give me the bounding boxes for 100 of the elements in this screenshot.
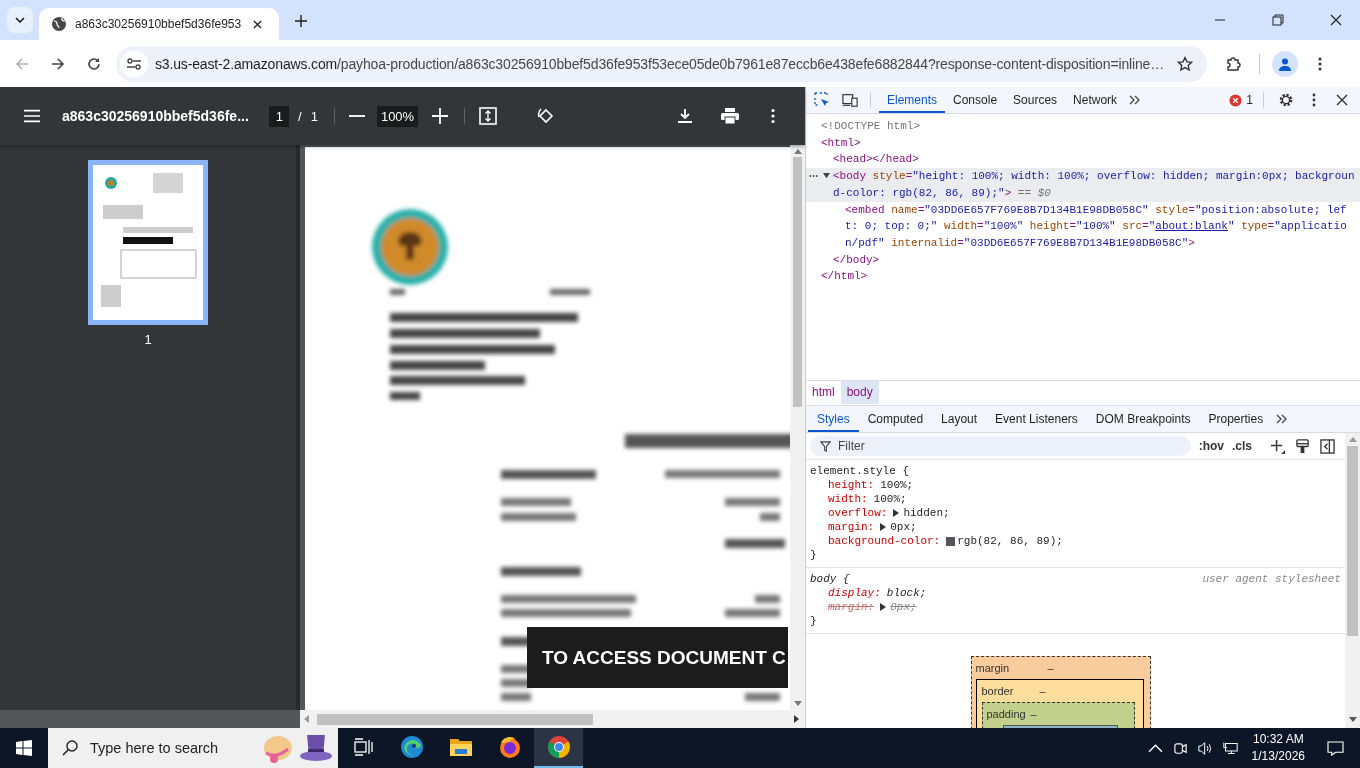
- box-model-value: –: [1030, 708, 1037, 720]
- tab-title: a863c30256910bbef5d36fe953: [75, 17, 242, 31]
- zoom-in-icon[interactable]: [432, 108, 449, 124]
- css-value[interactable]: hidden;: [903, 506, 950, 520]
- url-text: s3.us-east-2.amazonaws.com/payhoa-production/a863c30256910bbef5d36fe953f53ece05de0b7961e87eccb6e438efe6882844?response-content-disposition=inline…: [155, 55, 1165, 72]
- css-property[interactable]: height:: [828, 478, 875, 492]
- clock[interactable]: 10:32 AM 1/13/2026: [1251, 731, 1305, 765]
- page-number-field[interactable]: 1: [268, 105, 290, 127]
- expand-arrow-icon[interactable]: [893, 509, 900, 517]
- fit-page-icon[interactable]: [479, 107, 498, 125]
- bookmark-star-icon[interactable]: [1177, 55, 1193, 72]
- menu-icon[interactable]: [24, 108, 40, 124]
- page-separator: /: [298, 108, 302, 124]
- horizontal-scrollbar[interactable]: [300, 710, 805, 728]
- address-bar[interactable]: s3.us-east-2.amazonaws.com/payhoa-production/a863c30256910bbef5d36fe953f53ece05de0b7961e87eccb6e438efe6882844?response-content-disposition=inline…: [116, 45, 1207, 82]
- styles-pane-tab[interactable]: Styles: [808, 406, 859, 432]
- css-value[interactable]: rgb(82, 86, 89);: [957, 534, 1063, 548]
- class-toggle[interactable]: .cls: [1232, 439, 1252, 453]
- more-tabs-icon[interactable]: [1276, 414, 1289, 424]
- print-icon[interactable]: [721, 107, 739, 125]
- reload-icon[interactable]: [86, 55, 102, 72]
- settings-icon[interactable]: [1278, 92, 1294, 108]
- dom-line[interactable]: </body>: [833, 251, 1356, 269]
- restore-icon[interactable]: [1272, 14, 1284, 26]
- error-count[interactable]: 1: [1246, 93, 1253, 107]
- download-icon[interactable]: [677, 108, 693, 124]
- css-property[interactable]: overflow:: [828, 506, 888, 520]
- scroll-down-icon[interactable]: [793, 701, 802, 706]
- close-icon[interactable]: [1330, 14, 1342, 26]
- devtools-tab[interactable]: Elements: [879, 87, 946, 113]
- expand-arrow-icon[interactable]: [880, 523, 887, 531]
- profile-avatar[interactable]: [1272, 50, 1298, 77]
- taskbar-app[interactable]: [534, 728, 583, 768]
- dom-line[interactable]: </html>: [821, 268, 1356, 286]
- styles-pane-tab[interactable]: Properties: [1199, 406, 1273, 432]
- sidebar-toggle-icon[interactable]: [1320, 438, 1335, 454]
- css-value[interactable]: 100%;: [880, 478, 914, 492]
- new-tab-icon[interactable]: [295, 15, 307, 27]
- page-count: 1: [310, 108, 318, 124]
- css-property[interactable]: margin:: [828, 520, 875, 534]
- puzzle-piece-icon[interactable]: [1225, 55, 1241, 72]
- box-model-value: –: [1039, 685, 1046, 697]
- task-view-icon: [352, 737, 373, 757]
- more-dots-icon[interactable]: [809, 174, 818, 179]
- volume-icon[interactable]: [1197, 740, 1213, 756]
- error-icon[interactable]: [1229, 93, 1243, 107]
- browser-tab[interactable]: a863c30256910bbef5d36fe953: [39, 8, 279, 40]
- hover-state-toggle[interactable]: :hov: [1198, 439, 1224, 453]
- windows-start-icon[interactable]: [16, 740, 32, 756]
- chrome-browser-icon: [546, 735, 571, 759]
- network-icon[interactable]: [1222, 740, 1238, 756]
- css-value[interactable]: block;: [886, 586, 927, 600]
- search-icon: [62, 740, 78, 756]
- devtools-tab[interactable]: Sources: [1005, 87, 1066, 113]
- filter-field[interactable]: Filter: [810, 436, 1191, 456]
- expand-arrow-icon[interactable]: [880, 603, 887, 611]
- paint-brush-icon[interactable]: [1295, 438, 1310, 454]
- device-toolbar-icon[interactable]: [842, 92, 858, 108]
- css-property[interactable]: margin:: [828, 600, 875, 614]
- camera-icon[interactable]: [1172, 740, 1188, 756]
- dom-line[interactable]: <embed name="03DD6E657F769E8B7D134B1E98DB058C" style="position:absolute; left: 0; top: 0;" width="100%" height="100%" src="about:blank" type="application/pdf" internalid="03DD6E657F769E8B7D134B1E98DB058C">: [845, 201, 1356, 252]
- zoom-field[interactable]: 100%: [376, 105, 419, 127]
- css-value[interactable]: 100%;: [873, 492, 907, 506]
- expand-arrow-icon[interactable]: [823, 172, 830, 180]
- css-property[interactable]: background-color:: [828, 534, 941, 548]
- vertical-scrollbar[interactable]: [790, 145, 805, 710]
- taskbar-search-field[interactable]: Type here to search: [48, 728, 338, 768]
- vertical-scrollbar[interactable]: [1345, 433, 1360, 728]
- page-label: 1: [144, 332, 152, 347]
- rotate-icon[interactable]: [537, 107, 556, 125]
- close-icon[interactable]: [253, 19, 263, 29]
- css-property[interactable]: display:: [828, 586, 881, 600]
- close-icon[interactable]: [1334, 92, 1350, 108]
- styles-pane-tab[interactable]: DOM Breakpoints: [1086, 406, 1200, 432]
- devtools-tab[interactable]: Console: [945, 87, 1006, 113]
- css-value[interactable]: 8px;: [890, 600, 917, 614]
- styles-pane-tab[interactable]: Event Listeners: [986, 406, 1087, 432]
- link[interactable]: about:blank: [1155, 220, 1228, 233]
- forward-icon[interactable]: [50, 55, 66, 72]
- breadcrumb[interactable]: html: [806, 381, 841, 404]
- tab-search-button[interactable]: [7, 7, 33, 33]
- color-swatch[interactable]: [946, 536, 956, 546]
- inspect-element-icon[interactable]: [814, 92, 830, 108]
- box-model-label: margin: [975, 662, 1011, 674]
- devtools-tab[interactable]: Network: [1065, 87, 1126, 113]
- styles-pane-tab[interactable]: Computed: [858, 406, 933, 432]
- site-settings-icon[interactable]: [120, 49, 148, 78]
- more-tabs-icon[interactable]: [1129, 95, 1142, 105]
- css-property[interactable]: width:: [828, 492, 868, 506]
- notifications-icon[interactable]: [1327, 740, 1344, 756]
- dom-line[interactable]: <head></head>: [833, 151, 1356, 169]
- scroll-right-icon[interactable]: [794, 715, 799, 723]
- dom-line[interactable]: <html>: [821, 134, 1356, 152]
- add-rule-icon[interactable]: [1270, 438, 1285, 454]
- scroll-up-icon[interactable]: [793, 149, 802, 154]
- css-value[interactable]: 0px;: [890, 520, 917, 534]
- breadcrumb[interactable]: body: [840, 381, 879, 404]
- dom-line[interactable]: <!DOCTYPE html>: [821, 118, 1356, 135]
- scroll-down-icon[interactable]: [1348, 717, 1357, 722]
- styles-pane-tab[interactable]: Layout: [932, 406, 987, 432]
